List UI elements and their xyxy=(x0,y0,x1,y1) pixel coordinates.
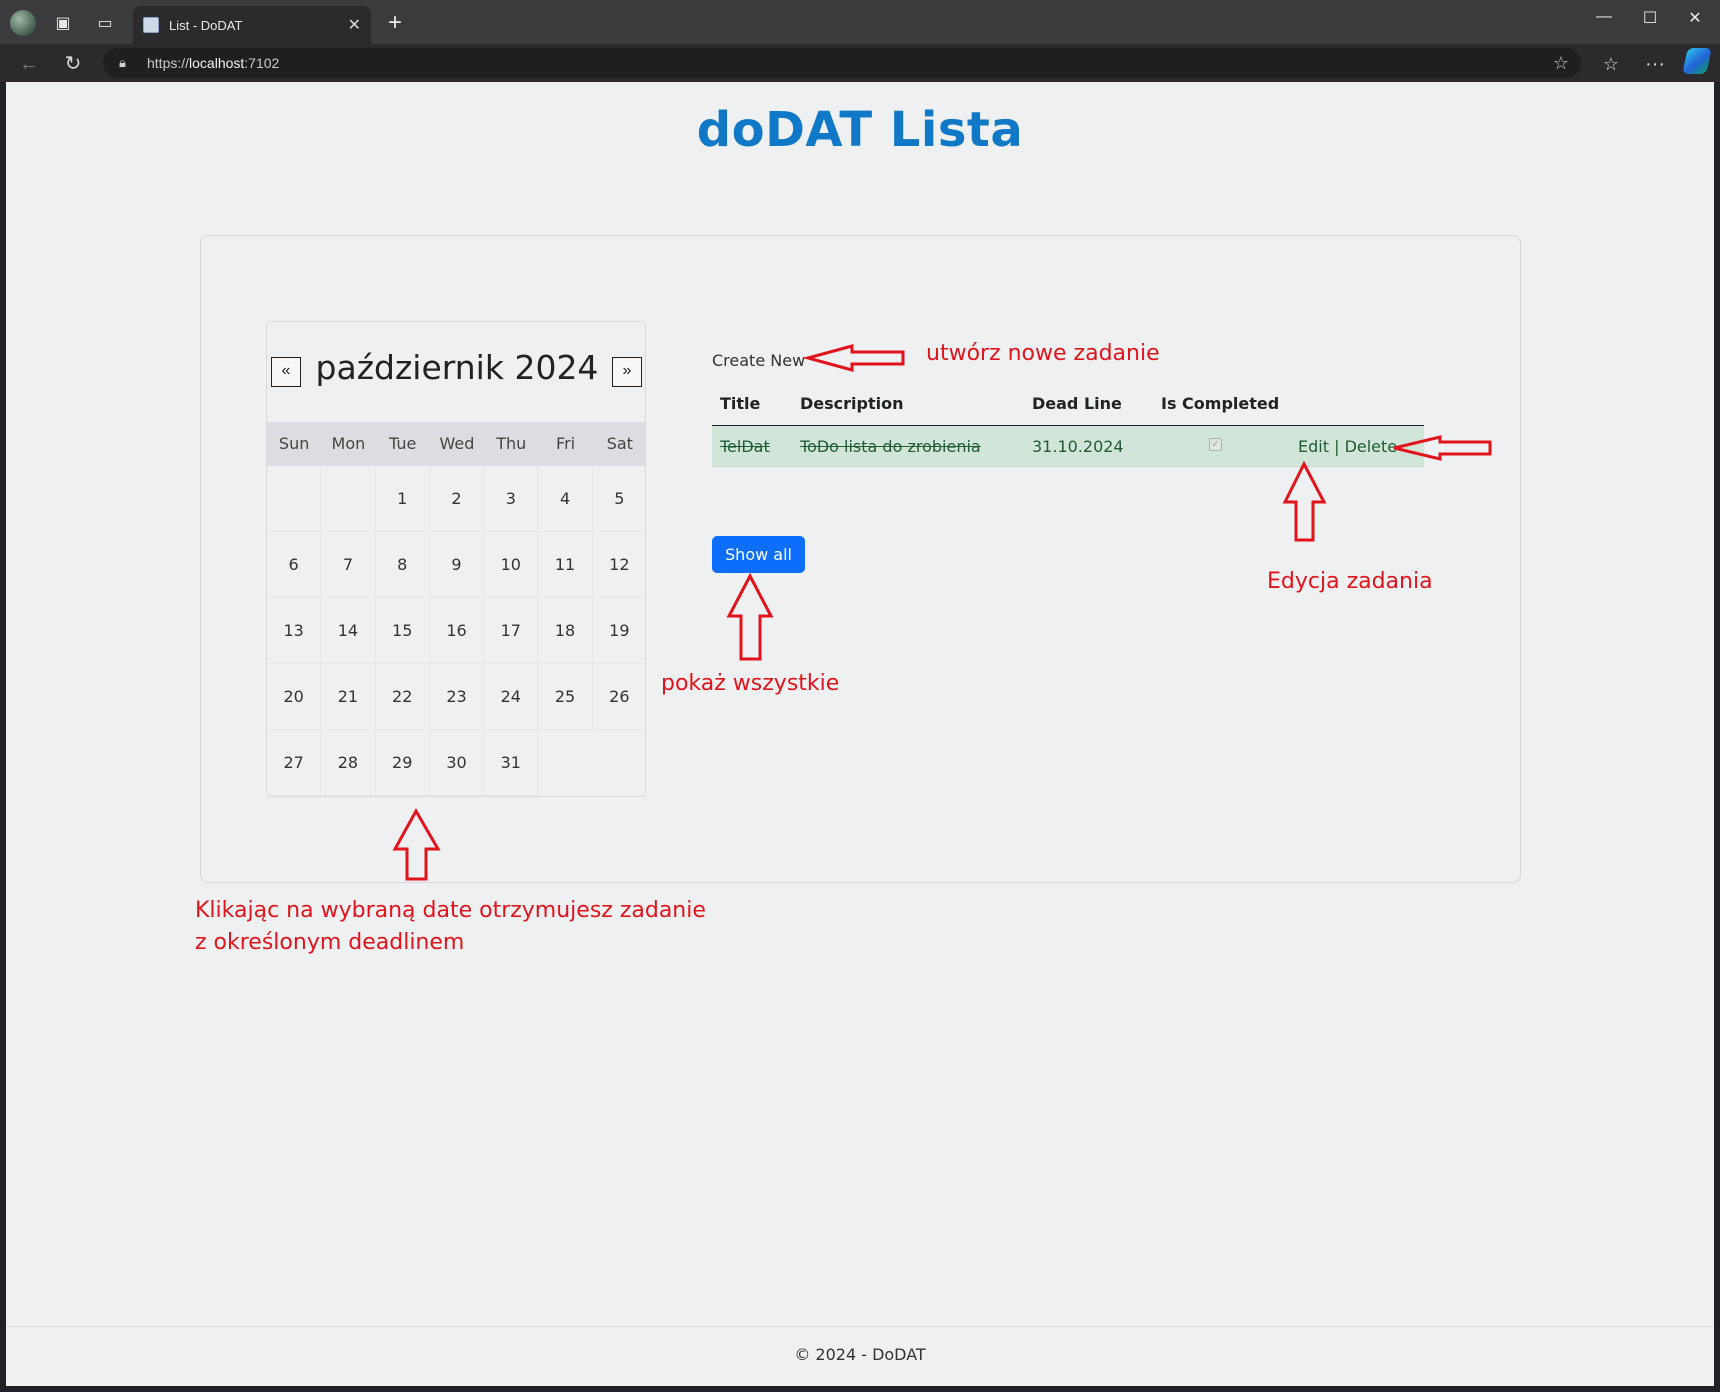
url-scheme: https:// xyxy=(147,55,190,71)
arrow-calendar-icon xyxy=(392,807,441,881)
annotation-edit: Edycja zadania xyxy=(1267,569,1433,594)
annotation-arrows xyxy=(392,344,1492,881)
annotation-create: utwórz nowe zadanie xyxy=(926,341,1160,366)
tab-title: List - DoDAT xyxy=(169,17,243,33)
arrow-edit-delete-icon xyxy=(1393,435,1492,461)
reload-icon[interactable]: ↻ xyxy=(60,51,86,77)
annotation-show-all: pokaż wszystkie xyxy=(661,671,840,696)
favorites-icon[interactable]: ☆ xyxy=(1598,51,1624,77)
new-tab-icon[interactable]: + xyxy=(382,9,408,36)
close-tab-icon[interactable]: ✕ xyxy=(348,15,361,35)
more-menu-icon[interactable]: ··· xyxy=(1642,51,1668,77)
arrow-edit-up-icon xyxy=(1282,460,1327,542)
url-host: localhost xyxy=(189,55,245,71)
profile-avatar[interactable] xyxy=(10,10,36,36)
favorite-star-icon[interactable]: ☆ xyxy=(1553,48,1569,78)
url-bar[interactable]: 🔒︎ https://localhost:7102 ☆ xyxy=(103,48,1581,78)
page-footer: © 2024 - DoDAT xyxy=(6,1326,1714,1386)
window-close-icon[interactable]: ✕ xyxy=(1680,8,1710,28)
workspaces-icon[interactable]: ▣ xyxy=(50,10,76,36)
page-favicon-icon xyxy=(143,17,159,33)
url-port: :7102 xyxy=(244,55,280,71)
page-viewport: doDAT Lista październik 2024 « » Sun Mon… xyxy=(6,82,1714,1386)
address-toolbar: ← ↻ 🔒︎ https://localhost:7102 ☆ ☆ ··· xyxy=(0,44,1720,82)
arrow-create-new-icon xyxy=(802,344,905,372)
arrow-show-all-icon xyxy=(726,572,774,661)
browser-tab[interactable]: List - DoDAT ✕ xyxy=(133,6,371,44)
annotation-calendar-line2: z określonym deadlinem xyxy=(195,930,465,955)
tab-actions-icon[interactable]: ▭ xyxy=(92,10,118,36)
annotation-calendar-line1: Klikając na wybraną date otrzymujesz zad… xyxy=(195,898,706,923)
tab-bar: ▣ ▭ List - DoDAT ✕ + — ☐ ✕ xyxy=(0,0,1720,44)
lock-icon: 🔒︎ xyxy=(119,55,126,70)
back-icon[interactable]: ← xyxy=(16,51,42,77)
maximize-icon[interactable]: ☐ xyxy=(1635,8,1665,28)
minimize-icon[interactable]: — xyxy=(1589,8,1619,26)
